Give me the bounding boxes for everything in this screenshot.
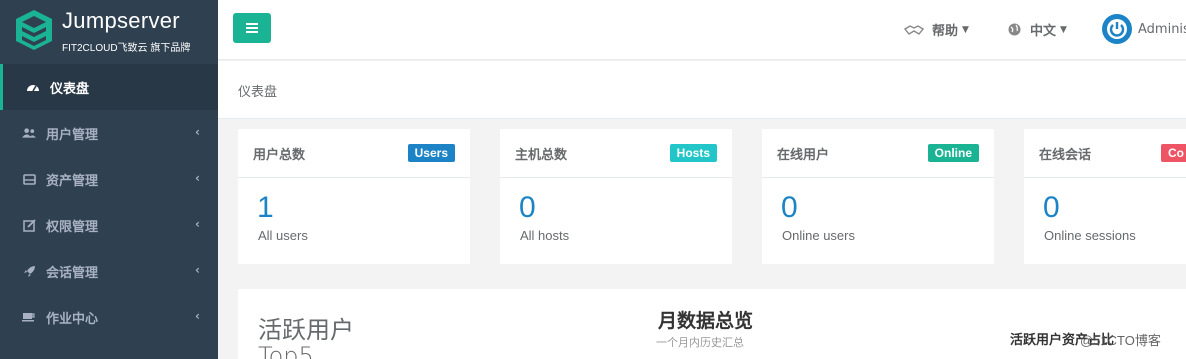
card-value: 0 xyxy=(781,191,798,224)
chevron-left-icon: ‹ xyxy=(195,217,200,231)
hamburger-icon xyxy=(246,23,258,33)
globe-icon xyxy=(1008,23,1021,36)
stat-card-hosts: 主机总数 Hosts 0 All hosts xyxy=(500,129,732,264)
sidebar-item-label: 作业中心 xyxy=(46,311,99,327)
user-menu[interactable]: Adminis xyxy=(1102,14,1186,44)
card-label: All users xyxy=(258,228,308,243)
users-icon xyxy=(22,126,36,140)
caret-down-icon: ▼ xyxy=(962,24,969,35)
status-badge: Users xyxy=(407,144,455,162)
sidebar-item-label: 资产管理 xyxy=(46,173,99,189)
overview-panel: 活跃用户 Top5 月数据总览 一个月内历史汇总 活跃用户资产占比 xyxy=(238,289,1186,359)
status-badge: Co xyxy=(1161,144,1186,162)
language-menu[interactable]: 中文 ▼ xyxy=(1008,20,1067,39)
active-users-title-line1: 活跃用户 xyxy=(258,316,354,344)
sidebar-item-dashboard[interactable]: 仪表盘 xyxy=(0,64,218,110)
card-title: 用户总数 xyxy=(253,148,306,163)
status-badge: Hosts xyxy=(669,144,717,162)
user-name: Adminis xyxy=(1138,21,1186,37)
help-label: 帮助 xyxy=(932,24,959,39)
language-label: 中文 xyxy=(1030,24,1057,39)
card-title: 主机总数 xyxy=(515,148,568,163)
dashboard-icon xyxy=(26,80,40,94)
active-users-title-line2: Top5 xyxy=(258,342,314,359)
sidebar-item-label: 仪表盘 xyxy=(50,81,90,97)
sidebar-item-label: 用户管理 xyxy=(46,127,99,143)
card-label: All hosts xyxy=(520,228,570,243)
active-users-title: 活跃用户 Top5 xyxy=(258,317,354,359)
logo-area[interactable]: Jumpserver FIT2CLOUD飞致云 旗下品牌 xyxy=(0,0,218,62)
card-title: 在线会话 xyxy=(1039,148,1092,163)
month-overview-subtitle: 一个月内历史汇总 xyxy=(656,336,744,349)
edit-icon xyxy=(22,218,36,232)
sidebar-item-label: 会话管理 xyxy=(46,265,99,281)
rocket-icon xyxy=(22,264,36,278)
coffee-icon xyxy=(22,310,36,324)
power-icon xyxy=(1107,19,1127,39)
avatar xyxy=(1102,14,1132,44)
month-overview-title: 月数据总览 xyxy=(658,310,754,332)
jumpserver-logo-icon xyxy=(16,10,52,50)
top-navbar: 帮助 ▼ 中文 ▼ Adminis xyxy=(218,0,1186,60)
sidebar-item-permissions[interactable]: 权限管理 ‹ xyxy=(0,202,218,248)
chevron-left-icon: ‹ xyxy=(195,263,200,277)
stat-card-online-users: 在线用户 Online 0 Online users xyxy=(762,129,994,264)
sidebar-item-jobs[interactable]: 作业中心 ‹ xyxy=(0,294,218,340)
toggle-menu-button[interactable] xyxy=(233,13,271,43)
caret-down-icon: ▼ xyxy=(1060,24,1067,35)
inbox-icon xyxy=(22,172,36,186)
brand-subtitle: FIT2CLOUD飞致云 旗下品牌 xyxy=(62,43,191,54)
stat-card-users: 用户总数 Users 1 All users xyxy=(238,129,470,264)
card-value: 1 xyxy=(257,191,274,224)
handshake-icon xyxy=(904,24,924,35)
brand-title: Jumpserver xyxy=(62,8,180,33)
stat-card-online-sessions: 在线会话 Co 0 Online sessions xyxy=(1024,129,1186,264)
chevron-left-icon: ‹ xyxy=(195,171,200,185)
sidebar-item-label: 权限管理 xyxy=(46,219,99,235)
chevron-left-icon: ‹ xyxy=(195,309,200,323)
sidebar-item-users[interactable]: 用户管理 ‹ xyxy=(0,110,218,156)
status-badge: Online xyxy=(927,144,979,162)
watermark: @51CTO博客 xyxy=(1080,333,1161,348)
chevron-left-icon: ‹ xyxy=(195,125,200,139)
card-label: Online sessions xyxy=(1044,228,1136,243)
help-menu[interactable]: 帮助 ▼ xyxy=(904,20,969,39)
breadcrumb-current: 仪表盘 xyxy=(238,85,278,100)
card-value: 0 xyxy=(519,191,536,224)
card-title: 在线用户 xyxy=(777,148,830,163)
sidebar-item-assets[interactable]: 资产管理 ‹ xyxy=(0,156,218,202)
card-value: 0 xyxy=(1043,191,1060,224)
sidebar-item-sessions[interactable]: 会话管理 ‹ xyxy=(0,248,218,294)
card-label: Online users xyxy=(782,228,855,243)
sidebar: Jumpserver FIT2CLOUD飞致云 旗下品牌 仪表盘 用户管理 ‹ … xyxy=(0,0,218,359)
breadcrumb: 仪表盘 xyxy=(218,61,1186,119)
